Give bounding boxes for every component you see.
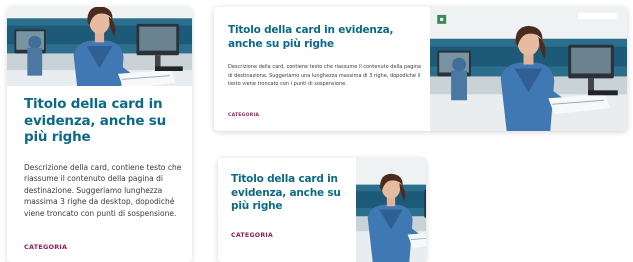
card-category[interactable]: CATEGORIA <box>24 243 67 251</box>
feature-card-compact[interactable]: Titolo della card in evidenza, anche su … <box>218 158 426 262</box>
card-description: Descrizione della card, contiene testo c… <box>24 163 182 218</box>
card-title[interactable]: Titolo della card in evidenza, anche su … <box>231 173 355 214</box>
card-image <box>7 7 192 86</box>
card-category[interactable]: CATEGORIA <box>231 232 273 239</box>
card-description: Descrizione della card, contiene testo c… <box>228 64 421 88</box>
card-image <box>356 158 426 262</box>
card-title[interactable]: Titolo della card in evidenza, anche su … <box>24 96 184 146</box>
feature-card-horizontal[interactable]: Titolo della card in evidenza, anche su … <box>214 7 627 131</box>
card-category[interactable]: CATEGORIA <box>228 113 259 118</box>
card-title[interactable]: Titolo della card in evidenza, anche su … <box>228 23 424 51</box>
feature-card-vertical[interactable]: Titolo della card in evidenza, anche su … <box>7 7 192 262</box>
card-image <box>430 7 627 131</box>
